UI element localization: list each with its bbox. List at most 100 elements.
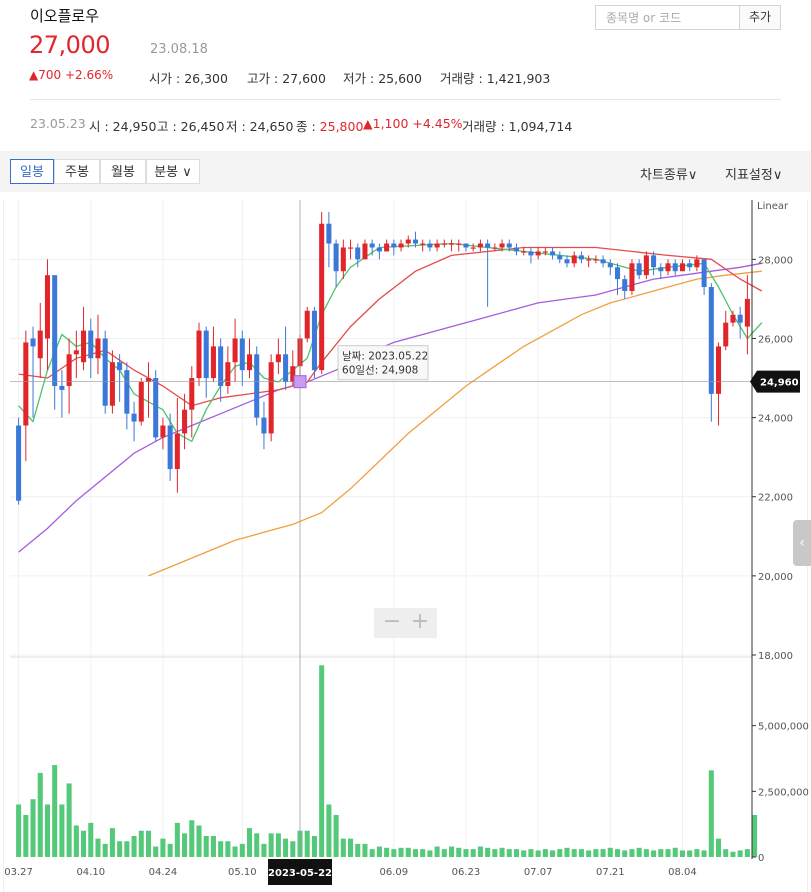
volume-bar	[679, 850, 685, 857]
candle-body	[81, 330, 87, 363]
volume-bar	[304, 830, 310, 857]
x-tick-label: 07.21	[596, 867, 625, 878]
candle-body	[66, 354, 72, 386]
volume-bar	[542, 849, 548, 857]
candle-body	[167, 425, 173, 470]
candle-body	[196, 330, 202, 379]
panel-toggle-chevron-left-icon[interactable]: ‹	[793, 520, 811, 566]
volume-bar	[182, 833, 188, 857]
volume-bar	[23, 814, 29, 857]
candle-body	[203, 330, 209, 379]
zoom-in-button[interactable]: +	[408, 611, 432, 635]
x-tick-label: 04.24	[149, 867, 178, 878]
volume-bar	[160, 838, 166, 857]
volume-bar	[564, 847, 570, 857]
volume-bar	[470, 849, 476, 857]
candle-body	[189, 378, 195, 410]
volume-bar	[506, 849, 512, 857]
candle-body	[427, 243, 433, 248]
candle-body	[391, 243, 397, 248]
volume-bar	[88, 822, 94, 857]
candle-body	[44, 275, 50, 339]
candle-body	[694, 259, 700, 268]
candle-body	[348, 247, 354, 249]
candle-body	[485, 243, 491, 248]
price-chart[interactable]: Linear 28,000 26,000 24,000 22,000 20,000 18,0…	[0, 0, 811, 892]
volume-bar	[290, 841, 296, 857]
crosshair-marker	[293, 375, 307, 389]
candle-body	[376, 247, 382, 252]
volume-bar	[607, 847, 613, 857]
candle-body	[564, 259, 570, 264]
volume-bar	[391, 849, 397, 857]
scale-label: Linear	[757, 201, 789, 212]
volume-bar	[95, 838, 101, 857]
volume-bar	[376, 846, 382, 857]
volume-bar	[355, 843, 361, 857]
candle-body	[138, 382, 144, 422]
volume-bar	[449, 846, 455, 857]
y-tick-label: 20,000	[758, 572, 793, 583]
candle-body	[506, 243, 512, 248]
candle-body	[412, 239, 418, 244]
x-tick-label: 05.10	[228, 867, 257, 878]
volume-bar	[513, 849, 520, 857]
x-tick-label: 04.10	[76, 867, 105, 878]
volume-bar	[636, 847, 642, 857]
candle-body	[629, 263, 635, 291]
volume-bar	[268, 833, 274, 857]
candle-body	[658, 267, 664, 272]
candle-body	[607, 263, 613, 268]
candle-body	[687, 263, 693, 268]
volume-bar	[716, 838, 722, 857]
x-tick-label: 06.09	[380, 867, 409, 878]
volume-bar	[456, 847, 462, 857]
volume-bar	[723, 849, 729, 857]
volume-bar	[622, 850, 628, 857]
volume-bar	[117, 841, 123, 857]
candle-body	[463, 243, 469, 248]
volume-bar	[52, 765, 58, 857]
candle-body	[275, 354, 281, 363]
volume-bar	[66, 783, 72, 857]
candle-body	[449, 243, 455, 245]
volume-bar	[326, 804, 332, 857]
volume-bar	[362, 843, 368, 857]
volume-tick-label: 0	[758, 853, 764, 864]
volume-bar	[521, 850, 527, 857]
volume-bar	[499, 847, 505, 857]
candle-body	[672, 263, 678, 272]
candle-body	[593, 259, 599, 261]
volume-bar	[535, 850, 541, 857]
volume-bar	[153, 846, 159, 857]
volume-bar	[687, 850, 693, 857]
volume-bar	[571, 849, 577, 857]
candle-body	[232, 338, 238, 363]
candle-body	[737, 314, 743, 323]
candle-body	[37, 330, 43, 359]
volume-bar	[405, 847, 411, 857]
candle-body	[52, 275, 58, 386]
candle-body	[600, 259, 606, 264]
volume-bar	[239, 843, 245, 857]
candle-body	[622, 279, 628, 291]
volume-bar	[586, 850, 592, 857]
candle-body	[723, 322, 729, 347]
candle-body	[218, 346, 224, 386]
volume-bar	[109, 828, 115, 857]
candle-body	[246, 354, 253, 371]
candle-body	[369, 243, 375, 248]
volume-bar	[398, 847, 404, 857]
volume-bar	[73, 825, 79, 857]
volume-bar	[232, 846, 238, 857]
volume-bar	[203, 835, 209, 857]
candle-body	[319, 223, 325, 371]
volume-bar	[665, 849, 671, 857]
zoom-out-button[interactable]: −	[380, 611, 404, 635]
ma60-line	[18, 262, 762, 553]
volume-bar	[752, 814, 758, 857]
volume-bar	[225, 841, 231, 857]
candle-body	[636, 263, 642, 276]
volume-bar	[102, 843, 108, 857]
volume-bar	[37, 772, 43, 857]
